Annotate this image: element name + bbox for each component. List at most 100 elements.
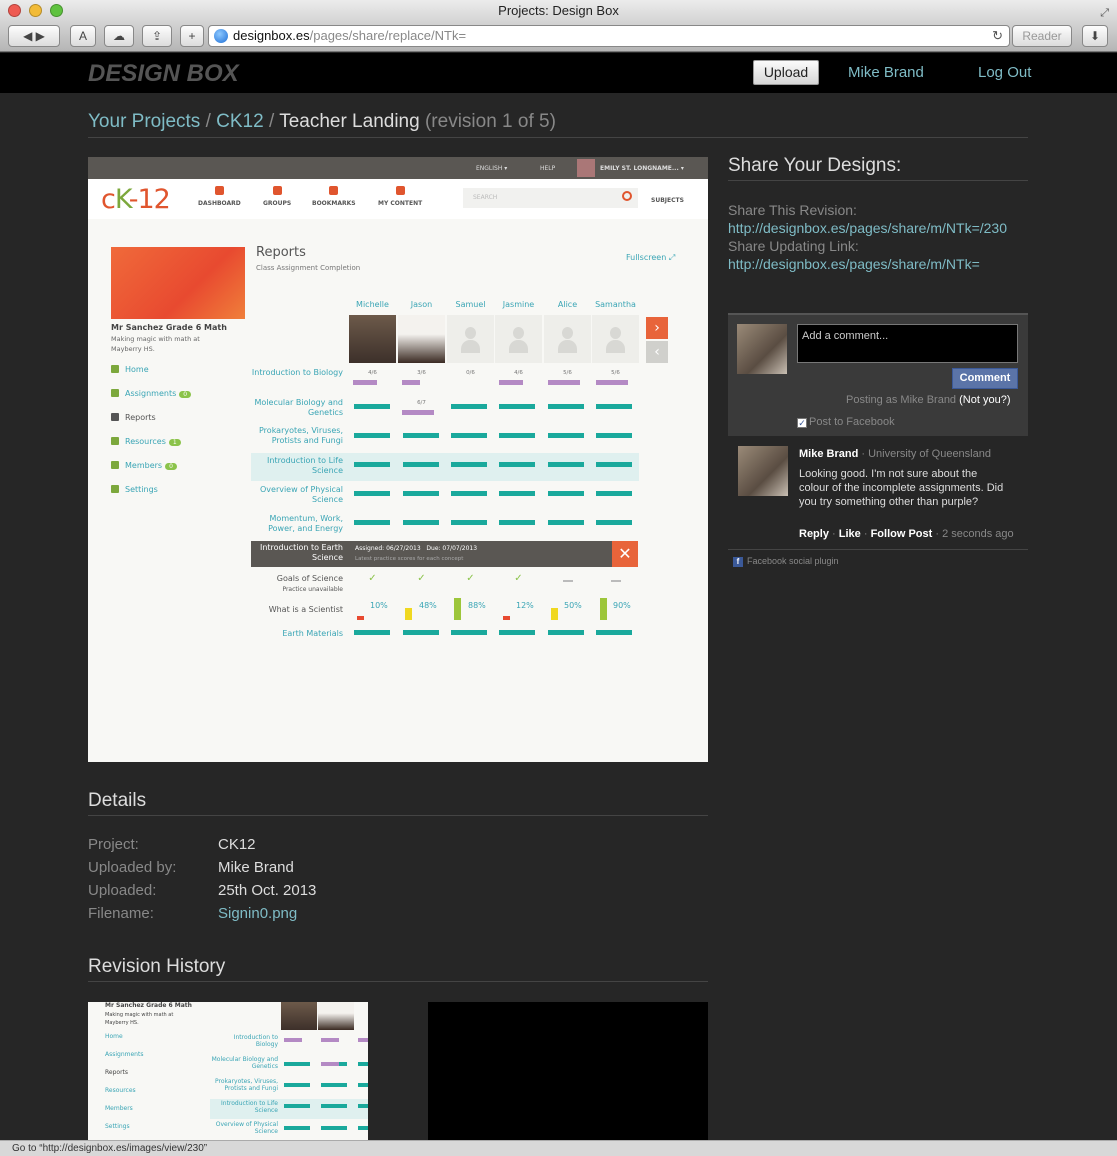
thumb-progress-bar	[358, 1038, 368, 1042]
concept-row-label: Overview of Physical Science	[259, 485, 343, 504]
breadcrumb-projects[interactable]: Your Projects	[88, 111, 200, 132]
new-tab-plus-icon[interactable]: +	[180, 25, 204, 47]
score-bar	[405, 608, 412, 620]
share-updating-link[interactable]: http://designbox.es/pages/share/m/NTk=	[728, 256, 980, 272]
icloud-icon[interactable]: ☁	[104, 25, 134, 47]
progress-bar	[548, 462, 584, 467]
progress-bar	[596, 380, 628, 385]
details-title: Details	[88, 790, 147, 811]
comment-author-name[interactable]: Mike Brand	[799, 448, 858, 460]
check-icon: ✓	[466, 573, 475, 584]
completion-fraction: 5/6	[611, 370, 620, 376]
avatar[interactable]	[738, 446, 788, 496]
post-to-facebook-checkbox[interactable]: ✓ Post to Facebook	[797, 416, 895, 428]
progress-bar	[451, 462, 487, 467]
student-placeholder-avatar	[495, 315, 542, 363]
address-bar[interactable]: designbox.es/pages/share/replace/NTk= ↻	[208, 25, 1010, 47]
progress-bar	[403, 462, 439, 467]
url-path: /pages/share/replace/NTk=	[309, 28, 467, 43]
divider	[88, 981, 708, 982]
progress-bar	[596, 491, 632, 496]
preview-nav-dashboard: DASHBOARD	[198, 186, 241, 207]
selected-concept-label: Introduction to Earth Science	[259, 543, 343, 562]
preview-nav-my-content: MY CONTENT	[378, 186, 422, 207]
sidebar-label: Reports	[125, 413, 156, 422]
like-link[interactable]: Like	[839, 528, 861, 540]
student-placeholder-avatar	[447, 315, 494, 363]
chevron-left-icon: ‹	[646, 341, 668, 363]
revision-thumbnail[interactable]: Mr Sanchez Grade 6 Math Making magic wit…	[88, 1002, 368, 1140]
score-percent: 90%	[613, 601, 631, 610]
not-you-link[interactable]: (Not you?)	[959, 394, 1010, 406]
progress-bar	[354, 520, 390, 525]
user-name-link[interactable]: Mike Brand	[848, 64, 924, 81]
downloads-icon[interactable]: ⬇	[1082, 25, 1108, 47]
chevron-right-icon: ›	[646, 317, 668, 339]
score-bar	[454, 598, 461, 620]
sub-concept-label: Goals of Science	[276, 574, 343, 583]
ck12-logo-rest: -12	[128, 184, 171, 215]
logout-link[interactable]: Log Out	[978, 64, 1031, 81]
reload-icon[interactable]: ↻	[992, 26, 1003, 46]
text-size-icon[interactable]: A	[70, 25, 96, 47]
check-icon: ✓	[368, 573, 377, 584]
preview-user-avatar	[577, 159, 595, 177]
detail-uploaded-by: Mike Brand	[218, 859, 294, 876]
globe-icon	[214, 29, 228, 43]
share-revision-link[interactable]: http://designbox.es/pages/share/m/NTk=/2…	[728, 220, 1007, 236]
progress-bar	[451, 630, 487, 635]
upload-button[interactable]: Upload	[753, 60, 819, 85]
student-photo	[398, 315, 445, 363]
concept-row-label: Earth Materials	[282, 629, 343, 638]
assignment-dates: Assigned: 06/27/2013 Due: 07/07/2013	[355, 545, 477, 552]
detail-filename-link[interactable]: Signin0.png	[218, 905, 297, 922]
progress-bar	[548, 433, 584, 438]
sidebar-label: Assignments	[125, 389, 177, 398]
thumb-progress-bar	[284, 1126, 310, 1130]
progress-bar	[548, 491, 584, 496]
close-window-button[interactable]	[8, 4, 21, 17]
checkbox-checked-icon[interactable]: ✓	[797, 418, 807, 428]
completion-fraction: 6/7	[417, 400, 426, 406]
comment-button[interactable]: Comment	[952, 368, 1018, 389]
browser-toolbar: ◀ ▶ A ☁ ⇪ + designbox.es/pages/share/rep…	[0, 22, 1117, 52]
thumb-sidebar-assignments: Assignments	[105, 1051, 144, 1058]
progress-bar	[499, 462, 535, 467]
share-icon[interactable]: ⇪	[142, 25, 172, 47]
designbox-logo[interactable]: DESIGN BOX	[88, 60, 239, 88]
dash-icon	[611, 580, 621, 582]
thumb-row-label: Overview of Physical Science	[215, 1121, 278, 1135]
preview-sidebar-assignments: Assignments 0	[111, 389, 192, 398]
progress-bar	[499, 433, 535, 438]
reply-link[interactable]: Reply	[799, 528, 829, 540]
facebook-plugin-credit[interactable]: f Facebook social plugin	[733, 556, 839, 567]
thumb-sidebar-resources: Resources	[105, 1087, 136, 1094]
revision-thumbnail[interactable]	[428, 1002, 708, 1140]
comment-input[interactable]: Add a comment...	[797, 324, 1018, 363]
back-forward-button[interactable]: ◀ ▶	[8, 25, 60, 47]
zoom-window-button[interactable]	[50, 4, 63, 17]
dashboard-icon	[214, 186, 224, 195]
class-description: Making magic with math at Mayberry HS.	[111, 335, 200, 353]
fullscreen-icon[interactable]: ⤢	[1100, 2, 1109, 24]
progress-bar	[354, 462, 390, 467]
browser-status-bar: Go to “http://designbox.es/images/view/2…	[0, 1140, 1117, 1156]
ck12-logo: cK-12	[101, 184, 171, 215]
count-badge: 1	[168, 439, 181, 446]
facebook-comment-box: Add a comment... Comment Posting as Mike…	[728, 313, 1028, 436]
breadcrumb-separator: /	[205, 111, 211, 132]
design-preview[interactable]: ENGLISH ▾ HELP EMILY ST. LONGNAME... ▾ c…	[88, 157, 708, 762]
due-date: Due: 07/07/2013	[426, 545, 478, 552]
reader-button[interactable]: Reader	[1012, 25, 1072, 47]
student-name: Samantha	[595, 300, 636, 309]
revision-indicator: (revision 1 of 5)	[424, 111, 556, 132]
avatar	[737, 324, 787, 374]
progress-bar	[403, 433, 439, 438]
progress-bar	[403, 630, 439, 635]
follow-post-link[interactable]: Follow Post	[871, 528, 933, 540]
breadcrumb-project[interactable]: CK12	[216, 111, 264, 132]
members-icon	[111, 461, 119, 469]
detail-label: Uploaded:	[88, 882, 157, 899]
minimize-window-button[interactable]	[29, 4, 42, 17]
progress-bar	[354, 433, 390, 438]
